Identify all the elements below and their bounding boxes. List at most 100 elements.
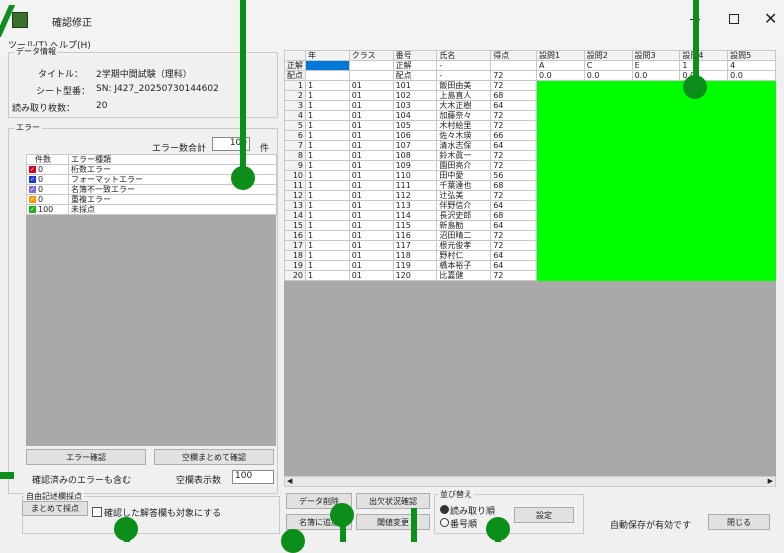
cell-score[interactable]: 64 <box>490 140 537 151</box>
answer-cell[interactable] <box>631 170 681 181</box>
blank-count-spinner[interactable]: 100 <box>232 470 274 484</box>
cell-num[interactable]: 101 <box>392 80 438 91</box>
check-icon[interactable]: ✓ <box>29 205 36 213</box>
cell-num[interactable]: 117 <box>392 240 438 251</box>
answer-cell[interactable] <box>535 220 585 231</box>
answer-cell[interactable] <box>583 120 633 131</box>
student-row[interactable]: 7 1 01 107 清水志保 64 <box>284 140 776 151</box>
answer-q5[interactable]: 4 <box>727 60 776 71</box>
cell-year[interactable]: 1 <box>305 150 350 161</box>
answer-cell[interactable] <box>535 240 585 251</box>
points-q1[interactable]: 0.0 <box>535 70 585 81</box>
cell-score[interactable]: 68 <box>490 210 537 221</box>
cell-num[interactable]: 110 <box>392 170 438 181</box>
answer-cell[interactable] <box>631 200 681 211</box>
attendance-button[interactable]: 出欠状況確認 <box>356 493 430 509</box>
answer-cell[interactable] <box>679 150 729 161</box>
grid-header-cell[interactable]: 氏名 <box>436 50 492 61</box>
cell-num[interactable]: 120 <box>392 270 438 281</box>
cell-cls[interactable]: 01 <box>348 230 394 241</box>
answer-cell[interactable] <box>583 130 633 141</box>
answer-cell[interactable] <box>727 140 776 151</box>
answer-cell[interactable] <box>535 130 585 141</box>
cell-num[interactable]: 106 <box>392 130 438 141</box>
student-row[interactable]: 13 1 01 113 伴野信介 64 <box>284 200 776 211</box>
close-icon[interactable]: ✕ <box>764 9 777 28</box>
answer-cell[interactable] <box>535 170 585 181</box>
answer-cell[interactable] <box>679 240 729 251</box>
answer-cell[interactable] <box>679 210 729 221</box>
answer-cell[interactable] <box>535 150 585 161</box>
answer-cell[interactable] <box>535 140 585 151</box>
student-row[interactable]: 16 1 01 116 沼田晴二 72 <box>284 230 776 241</box>
answer-cell[interactable] <box>583 180 633 191</box>
cell-num[interactable]: 114 <box>392 210 438 221</box>
check-icon[interactable]: ✓ <box>29 175 36 183</box>
answer-cell[interactable] <box>631 210 681 221</box>
student-row[interactable]: 4 1 01 104 加藤奈々 72 <box>284 110 776 121</box>
cell-year[interactable]: 1 <box>305 240 350 251</box>
check-icon[interactable]: ✓ <box>29 185 36 193</box>
grid-header-cell[interactable]: 設問4 <box>679 50 729 61</box>
answer-cell[interactable] <box>727 180 776 191</box>
cell-cls[interactable]: 01 <box>348 240 394 251</box>
answer-cell[interactable] <box>679 100 729 111</box>
answer-cell[interactable] <box>631 130 681 141</box>
cell-num[interactable]: 113 <box>392 200 438 211</box>
cell-cls[interactable]: 01 <box>348 260 394 271</box>
answer-cell[interactable] <box>583 270 633 281</box>
cell-num[interactable]: 107 <box>392 140 438 151</box>
sort-number-label[interactable]: 番号順 <box>450 517 477 530</box>
cell-year[interactable]: 1 <box>305 200 350 211</box>
answer-cell[interactable] <box>535 180 585 191</box>
answer-cell[interactable] <box>679 160 729 171</box>
answer-cell[interactable] <box>631 110 681 121</box>
answer-cell[interactable] <box>679 120 729 131</box>
scroll-left-icon[interactable]: ◀ <box>287 477 292 485</box>
student-row[interactable]: 6 1 01 106 佐々木瑛 66 <box>284 130 776 141</box>
answer-cell[interactable] <box>583 190 633 201</box>
answer-cell[interactable] <box>583 260 633 271</box>
answer-cell[interactable] <box>727 100 776 111</box>
cell-cls[interactable]: 01 <box>348 270 394 281</box>
answer-class-cell[interactable] <box>348 60 394 71</box>
answer-cell[interactable] <box>727 240 776 251</box>
cell-score[interactable]: 72 <box>490 160 537 171</box>
cell-name[interactable]: 清水志保 <box>436 140 492 151</box>
cell-num[interactable]: 116 <box>392 230 438 241</box>
answer-cell[interactable] <box>727 250 776 261</box>
cell-name[interactable]: 千葉達也 <box>436 180 492 191</box>
cell-num[interactable]: 115 <box>392 220 438 231</box>
answer-q1[interactable]: A <box>535 60 585 71</box>
answer-cell[interactable] <box>631 150 681 161</box>
answer-cell[interactable] <box>583 90 633 101</box>
cell-score[interactable]: 66 <box>490 130 537 141</box>
cell-name[interactable]: 園田亮介 <box>436 160 492 171</box>
error-row[interactable]: ✓ 0 重複エラー <box>26 194 277 205</box>
grid-header-cell[interactable]: 年 <box>305 50 350 61</box>
include-checkbox[interactable] <box>92 507 102 517</box>
cell-num[interactable]: 102 <box>392 90 438 101</box>
cell-year[interactable]: 1 <box>305 230 350 241</box>
grid-header-cell[interactable]: 設問3 <box>631 50 681 61</box>
cell-year[interactable]: 1 <box>305 170 350 181</box>
answer-cell[interactable] <box>583 200 633 211</box>
answer-cell[interactable] <box>679 170 729 181</box>
maximize-icon[interactable] <box>729 14 739 24</box>
student-row[interactable]: 18 1 01 118 野村仁 64 <box>284 250 776 261</box>
answer-cell[interactable] <box>631 80 681 91</box>
cell-cls[interactable]: 01 <box>348 170 394 181</box>
answer-q3[interactable]: E <box>631 60 681 71</box>
answer-cell[interactable] <box>631 100 681 111</box>
cell-cls[interactable]: 01 <box>348 120 394 131</box>
answer-year-cell[interactable] <box>305 60 350 71</box>
answer-cell[interactable] <box>727 150 776 161</box>
answer-cell[interactable] <box>727 90 776 101</box>
answer-cell[interactable] <box>535 230 585 241</box>
cell-score[interactable]: 64 <box>490 220 537 231</box>
answer-cell[interactable] <box>679 250 729 261</box>
cell-cls[interactable]: 01 <box>348 130 394 141</box>
error-row[interactable]: ✓ 100 未採点 <box>26 204 277 215</box>
answer-q2[interactable]: C <box>583 60 633 71</box>
cell-year[interactable]: 1 <box>305 180 350 191</box>
